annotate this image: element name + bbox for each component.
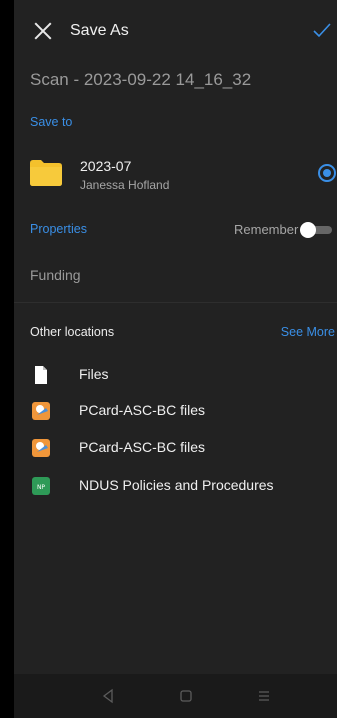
folder-owner: Janessa Hofland [80, 178, 170, 192]
location-item-ndus[interactable]: NP NDUS Policies and Procedures [14, 468, 337, 504]
svg-text:NP: NP [37, 484, 45, 491]
folder-icon [30, 160, 62, 186]
folder-name: 2023-07 [80, 158, 132, 174]
see-more-link[interactable]: See More [281, 325, 335, 339]
location-label: NDUS Policies and Procedures [79, 477, 274, 493]
folder-radio-selected[interactable] [318, 164, 336, 182]
np-site-icon: NP [32, 477, 50, 495]
location-label: PCard-ASC-BC files [79, 439, 206, 455]
location-label: PCard-ASC-BC files [79, 402, 206, 418]
top-bar: Save As [14, 0, 337, 64]
close-icon[interactable] [32, 20, 54, 42]
recents-icon[interactable] [254, 686, 274, 706]
other-locations-label: Other locations [30, 325, 115, 339]
location-item-pcard-2[interactable]: PCard-ASC-BC files [14, 430, 337, 466]
remember-toggle[interactable] [300, 222, 332, 238]
system-nav-bar [14, 674, 337, 718]
save-as-screen: Save As Scan - 2023-09-22 14_16_32 Save … [14, 0, 337, 718]
divider [14, 302, 337, 303]
save-to-label: Save to [30, 115, 73, 129]
sharepoint-icon [32, 402, 50, 420]
properties-label: Properties [30, 222, 87, 236]
filename-field[interactable]: Scan - 2023-09-22 14_16_32 [30, 70, 251, 90]
location-item-pcard-1[interactable]: PCard-ASC-BC files [14, 393, 337, 429]
checkmark-icon[interactable] [313, 22, 331, 40]
location-label: Files [79, 366, 109, 382]
location-item-files[interactable]: Files [14, 357, 337, 393]
remember-label: Remember [234, 222, 299, 237]
save-location-folder[interactable]: 2023-07 Janessa Hofland [14, 150, 337, 200]
file-icon [35, 366, 47, 384]
sharepoint-icon [32, 439, 50, 457]
property-value[interactable]: Funding [30, 267, 81, 283]
page-title: Save As [70, 22, 129, 39]
back-icon[interactable] [98, 686, 118, 706]
home-icon[interactable] [176, 686, 196, 706]
